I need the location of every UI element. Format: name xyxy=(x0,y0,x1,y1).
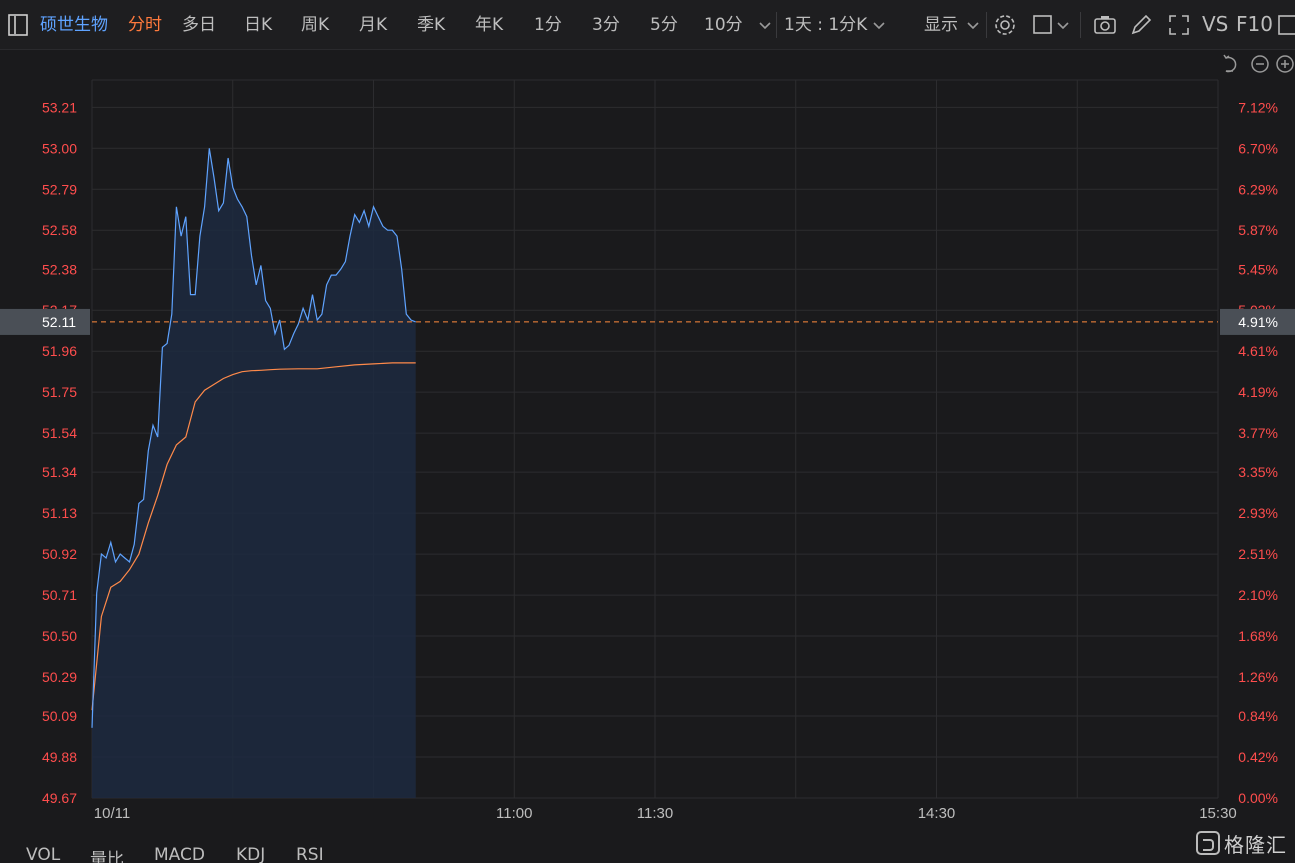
y-tick-right: 0.00% xyxy=(1238,790,1278,806)
y-tick-left: 52.38 xyxy=(42,261,77,277)
y-tick-right: 2.51% xyxy=(1238,546,1278,562)
y-tick-left: 52.58 xyxy=(42,222,77,238)
x-tick-label: 14:30 xyxy=(918,805,956,822)
tab-fenshi[interactable]: 分时 xyxy=(128,13,162,37)
pencil-icon[interactable] xyxy=(1128,12,1154,38)
y-tick-left: 51.13 xyxy=(42,505,77,521)
chevron-down-icon[interactable] xyxy=(756,12,774,38)
y-tick-right: 1.68% xyxy=(1238,628,1278,644)
tab-volume-ratio[interactable]: 量比 xyxy=(90,845,124,863)
f10-button[interactable]: F10 xyxy=(1236,12,1273,36)
y-tick-right: 6.29% xyxy=(1238,181,1278,197)
vs-button[interactable]: VS xyxy=(1202,12,1228,36)
toolbar-divider xyxy=(776,12,777,38)
price-chart[interactable]: 53.2153.0052.7952.5852.3852.1751.9651.75… xyxy=(0,50,1295,863)
x-tick-label: 15:30 xyxy=(1199,805,1237,822)
y-tick-right: 6.70% xyxy=(1238,140,1278,156)
y-tick-left: 49.67 xyxy=(42,790,77,806)
tab-macd[interactable]: MACD xyxy=(154,845,205,863)
y-tick-right: 2.10% xyxy=(1238,587,1278,603)
tab-multi-day[interactable]: 多日 xyxy=(182,13,216,37)
y-tick-left: 51.54 xyxy=(42,425,77,441)
y-tick-right: 2.93% xyxy=(1238,505,1278,521)
chevron-down-icon[interactable] xyxy=(870,12,888,38)
sidebar-toggle-icon[interactable] xyxy=(6,12,32,38)
y-tick-right: 0.42% xyxy=(1238,749,1278,765)
y-tick-left: 50.92 xyxy=(42,546,77,562)
y-tick-left: 51.75 xyxy=(42,384,77,400)
period-select[interactable]: 1天 : 1分K xyxy=(784,13,867,37)
zoom-in-icon[interactable] xyxy=(1276,55,1294,73)
toolbar-divider xyxy=(1080,12,1081,38)
y-tick-right: 3.35% xyxy=(1238,464,1278,480)
x-axis: 10/11 11:00 11:30 14:30 15:30 xyxy=(94,805,1237,822)
current-pct-label-right: 4.91% xyxy=(1220,308,1295,335)
fullscreen-icon[interactable] xyxy=(1166,12,1192,38)
current-pct-text: 4.91% xyxy=(1238,314,1278,330)
toolbar: 硕世生物 分时 多日 日K 周K 月K 季K 年K 1分 3分 5分 10分 1… xyxy=(0,0,1295,50)
y-tick-left: 53.00 xyxy=(42,140,77,156)
tab-kdj[interactable]: KDJ xyxy=(236,845,265,863)
y-axis-left: 53.2153.0052.7952.5852.3852.1751.9651.75… xyxy=(42,99,77,806)
y-tick-left: 50.09 xyxy=(42,708,77,724)
zoom-controls xyxy=(1223,54,1294,73)
y-tick-left: 52.79 xyxy=(42,181,77,197)
y-tick-right: 3.77% xyxy=(1238,425,1278,441)
y-tick-left: 50.50 xyxy=(42,628,77,644)
x-tick-label: 11:30 xyxy=(637,805,673,822)
price-area-fill xyxy=(92,148,416,799)
tab-vol[interactable]: VOL xyxy=(26,845,60,863)
y-tick-right: 4.19% xyxy=(1238,384,1278,400)
tab-weekly-k[interactable]: 周K xyxy=(301,13,329,37)
watermark: 格隆汇 xyxy=(1196,828,1287,858)
y-tick-left: 50.71 xyxy=(42,587,77,603)
tab-quarterly-k[interactable]: 季K xyxy=(417,13,445,37)
chart-area[interactable]: 53.2153.0052.7952.5852.3852.1751.9651.75… xyxy=(0,50,1295,863)
x-tick-label: 10/11 xyxy=(94,805,130,822)
current-price-label-left: 52.11 xyxy=(0,308,90,335)
camera-icon[interactable] xyxy=(1092,12,1118,38)
display-menu[interactable]: 显示 xyxy=(924,13,958,37)
toolbar-divider xyxy=(986,12,987,38)
tab-monthly-k[interactable]: 月K xyxy=(359,13,387,37)
y-tick-right: 5.45% xyxy=(1238,261,1278,277)
y-tick-left: 51.34 xyxy=(42,464,77,480)
chevron-down-icon[interactable] xyxy=(1054,12,1072,38)
y-tick-left: 51.96 xyxy=(42,343,77,359)
y-tick-left: 49.88 xyxy=(42,749,77,765)
tab-5min[interactable]: 5分 xyxy=(650,13,678,37)
current-price-text: 52.11 xyxy=(42,314,76,330)
tab-1min[interactable]: 1分 xyxy=(534,13,562,37)
chevron-down-icon[interactable] xyxy=(964,12,982,38)
y-tick-right: 4.61% xyxy=(1238,343,1278,359)
tab-3min[interactable]: 3分 xyxy=(592,13,620,37)
y-axis-right: 7.12%6.70%6.29%5.87%5.45%5.03%4.61%4.19%… xyxy=(1238,99,1278,806)
tab-rsi[interactable]: RSI xyxy=(296,845,324,863)
window-icon[interactable] xyxy=(1276,12,1295,38)
zoom-out-icon[interactable] xyxy=(1251,55,1269,73)
y-tick-right: 1.26% xyxy=(1238,669,1278,685)
tab-daily-k[interactable]: 日K xyxy=(244,13,272,37)
y-tick-right: 7.12% xyxy=(1238,99,1278,115)
y-tick-right: 0.84% xyxy=(1238,708,1278,724)
y-tick-right: 5.87% xyxy=(1238,222,1278,238)
tab-10min[interactable]: 10分 xyxy=(704,13,743,37)
gear-icon[interactable] xyxy=(992,12,1018,38)
gelonghui-logo-icon xyxy=(1196,831,1220,855)
y-tick-left: 53.21 xyxy=(42,99,77,115)
watermark-text: 格隆汇 xyxy=(1224,832,1287,857)
stock-name[interactable]: 硕世生物 xyxy=(40,13,108,37)
indicator-tabs: VOL 量比 MACD KDJ RSI xyxy=(0,843,1295,863)
tab-yearly-k[interactable]: 年K xyxy=(475,13,503,37)
y-tick-left: 50.29 xyxy=(42,669,77,685)
x-tick-label: 11:00 xyxy=(496,805,532,822)
reset-icon[interactable] xyxy=(1223,54,1237,73)
square-icon[interactable] xyxy=(1030,12,1056,38)
